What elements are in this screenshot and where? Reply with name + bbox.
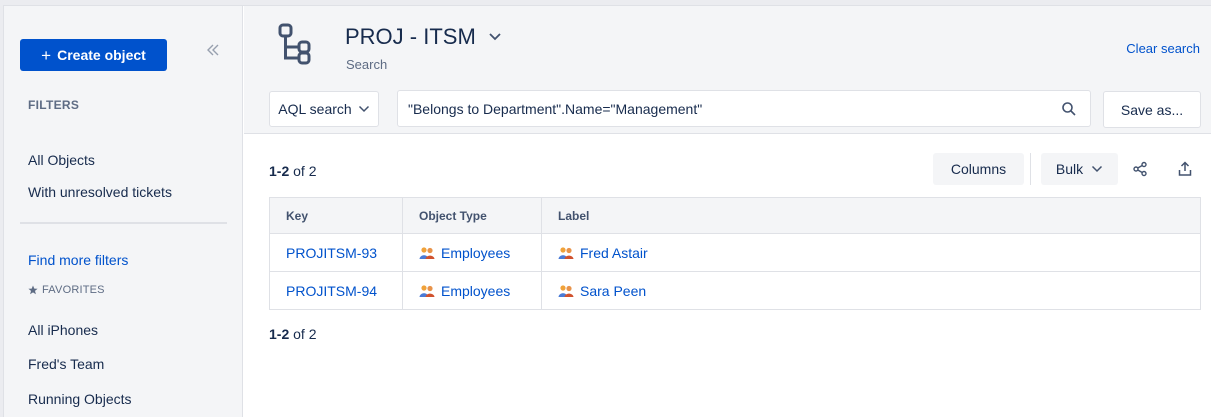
columns-button[interactable]: Columns: [933, 153, 1024, 185]
chevron-down-icon: [489, 33, 501, 41]
employees-icon: [558, 246, 574, 259]
table-row[interactable]: PROJITSM-93 Employees Fred Astair: [269, 233, 1201, 272]
column-header-key[interactable]: Key: [269, 197, 403, 234]
chevron-down-icon: [1092, 165, 1103, 173]
object-type-label: Employees: [441, 282, 511, 299]
row-key-link[interactable]: PROJITSM-94: [269, 271, 403, 310]
export-button[interactable]: [1172, 155, 1198, 183]
export-icon: [1178, 161, 1192, 176]
project-title: PROJ - ITSM: [345, 24, 476, 49]
count-range: 1-2: [269, 326, 290, 342]
save-as-button[interactable]: Save as...: [1103, 91, 1201, 128]
favorites-heading-label: FAVORITES: [42, 284, 105, 296]
bulk-label: Bulk: [1055, 161, 1084, 177]
plus-icon: +: [41, 45, 52, 65]
results-table: Key Object Type Label PROJITSM-93 Employ…: [269, 197, 1201, 310]
search-header: PROJ - ITSM Search Clear search AQL sear…: [244, 6, 1211, 134]
filter-all-objects[interactable]: All Objects: [28, 152, 95, 168]
share-icon: [1133, 161, 1147, 177]
column-header-label[interactable]: Label: [541, 197, 1201, 234]
create-object-label: Create object: [57, 47, 146, 63]
share-button[interactable]: [1127, 155, 1153, 183]
main-content: PROJ - ITSM Search Clear search AQL sear…: [244, 6, 1211, 417]
count-total: of 2: [293, 163, 317, 179]
bulk-dropdown[interactable]: Bulk: [1041, 153, 1118, 185]
sidebar: + Create object FILTERS All Objects With…: [4, 6, 243, 417]
sidebar-divider: [20, 222, 227, 224]
favorite-all-iphones[interactable]: All iPhones: [28, 322, 98, 338]
project-switcher[interactable]: PROJ - ITSM: [345, 24, 502, 50]
project-subtitle: Search: [346, 57, 388, 72]
search-icon[interactable]: [1061, 101, 1077, 117]
collapse-left-icon[interactable]: [205, 42, 221, 58]
favorites-heading: FAVORITES: [28, 284, 105, 296]
row-key-link[interactable]: PROJITSM-93: [269, 233, 403, 272]
favorite-freds-team[interactable]: Fred's Team: [28, 356, 104, 372]
employees-icon: [558, 284, 574, 297]
star-icon: [28, 285, 38, 295]
results-count-bottom: 1-2 of 2: [269, 326, 316, 342]
results-count-top: 1-2 of 2: [269, 163, 316, 179]
count-total: of 2: [293, 326, 317, 342]
employees-icon: [419, 284, 435, 297]
row-object-type[interactable]: Employees: [402, 271, 542, 310]
filters-heading: FILTERS: [28, 98, 80, 112]
row-label[interactable]: Sara Peen: [541, 271, 1201, 310]
clear-search-link[interactable]: Clear search: [1126, 41, 1200, 56]
table-header-row: Key Object Type Label: [269, 197, 1201, 234]
table-row[interactable]: PROJITSM-94 Employees Sara Peen: [269, 271, 1201, 310]
favorite-running-objects[interactable]: Running Objects: [28, 391, 132, 407]
app-frame: + Create object FILTERS All Objects With…: [3, 5, 1211, 417]
employees-icon: [419, 246, 435, 259]
create-object-button[interactable]: + Create object: [20, 39, 167, 71]
aql-search-label: AQL search: [278, 101, 352, 117]
column-header-object-type[interactable]: Object Type: [402, 197, 542, 234]
row-object-type[interactable]: Employees: [402, 233, 542, 272]
count-range: 1-2: [269, 163, 290, 179]
row-label[interactable]: Fred Astair: [541, 233, 1201, 272]
toolbar-separator: [1030, 153, 1031, 185]
aql-query-input[interactable]: [397, 90, 1091, 127]
find-more-filters-link[interactable]: Find more filters: [28, 252, 128, 268]
project-tree-icon: [278, 23, 311, 65]
object-label-text: Fred Astair: [580, 244, 648, 261]
object-type-label: Employees: [441, 244, 511, 261]
filter-unresolved-tickets[interactable]: With unresolved tickets: [28, 184, 172, 200]
chevron-down-icon: [358, 105, 369, 113]
aql-search-dropdown[interactable]: AQL search: [269, 91, 379, 127]
object-label-text: Sara Peen: [580, 282, 647, 299]
